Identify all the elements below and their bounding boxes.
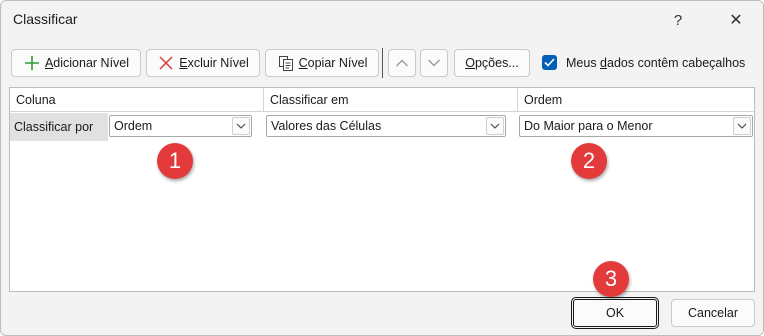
delete-level-label: Excluir Nível [179, 56, 249, 70]
chevron-down-icon[interactable] [733, 117, 751, 135]
options-button[interactable]: Opções... [454, 49, 530, 77]
headers-checkbox[interactable] [542, 55, 557, 70]
cancel-button[interactable]: Cancelar [671, 299, 755, 327]
sort-on-select[interactable]: Valores das Células [266, 115, 506, 137]
order-select-value: Do Maior para o Menor [524, 119, 653, 133]
add-level-button[interactable]: Adicionar Nível [11, 49, 141, 77]
close-button[interactable]: ✕ [723, 7, 749, 33]
column-header-ordem: Ordem [518, 88, 756, 112]
column-select[interactable]: Ordem [109, 115, 252, 137]
sort-dialog: Classificar ? ✕ Adicionar Nível Excluir … [0, 0, 764, 336]
delete-level-button[interactable]: Excluir Nível [146, 49, 260, 77]
copy-level-button[interactable]: Copiar Nível [265, 49, 379, 77]
chevron-down-icon [428, 59, 440, 67]
order-select[interactable]: Do Maior para o Menor [519, 115, 753, 137]
copy-icon [277, 54, 295, 72]
annotation-badge-1: 1 [157, 143, 193, 179]
title-bar: Classificar ? ✕ [1, 1, 763, 39]
chevron-down-icon[interactable] [232, 117, 250, 135]
column-select-value: Ordem [114, 119, 153, 133]
checkmark-icon [544, 58, 555, 67]
x-icon [157, 54, 175, 72]
move-up-button[interactable] [388, 49, 416, 77]
chevron-down-icon[interactable] [486, 117, 504, 135]
copy-level-label: Copiar Nível [298, 56, 368, 70]
sort-row-label[interactable]: Classificar por [10, 113, 108, 141]
ok-button[interactable]: OK [571, 297, 659, 329]
sort-levels-grid: Coluna Classificar em Ordem Classificar … [9, 87, 756, 292]
move-down-button[interactable] [420, 49, 448, 77]
headers-checkbox-row[interactable]: Meus dados contêm cabeçalhos [542, 55, 745, 70]
column-header-coluna: Coluna [10, 88, 264, 112]
sort-on-select-value: Valores das Células [271, 119, 382, 133]
headers-checkbox-label: Meus dados contêm cabeçalhos [566, 55, 746, 70]
options-label: Opções... [465, 56, 519, 70]
plus-icon [23, 54, 41, 72]
help-button[interactable]: ? [665, 7, 691, 33]
annotation-badge-2: 2 [571, 143, 607, 179]
column-header-classificar-em: Classificar em [264, 88, 518, 112]
toolbar-separator [382, 48, 383, 78]
dialog-title: Classificar [13, 11, 78, 27]
add-level-label: Adicionar Nível [44, 56, 130, 70]
chevron-up-icon [396, 59, 408, 67]
annotation-badge-3: 3 [593, 261, 629, 297]
